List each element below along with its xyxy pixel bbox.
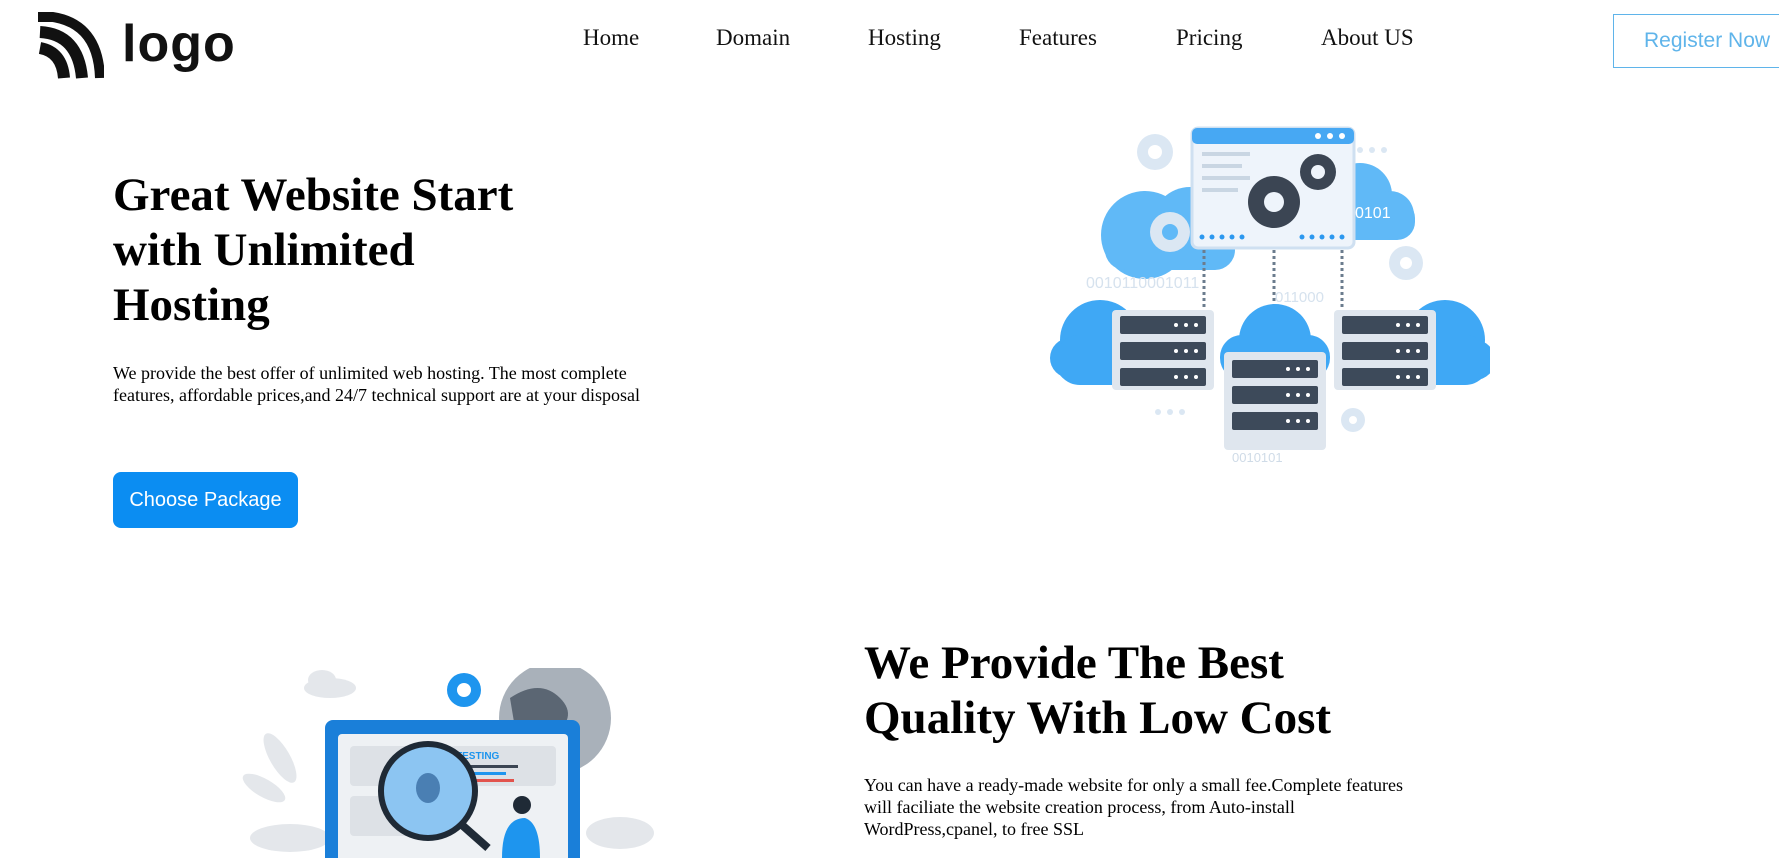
gear-icon	[1389, 246, 1423, 280]
choose-package-button[interactable]: Choose Package	[113, 472, 298, 528]
register-now-button[interactable]: Register Now	[1613, 14, 1779, 68]
logo-mark-icon	[38, 12, 104, 79]
cloud-hosting-illustration: 0101 0010110001011 011000 0010101	[1050, 126, 1490, 465]
binary-text-2: 0010110001011	[1086, 275, 1199, 292]
cloud-icon	[304, 670, 356, 698]
nav-home[interactable]: Home	[583, 24, 716, 54]
binary-text-3: 011000	[1275, 289, 1324, 306]
testing-illustration: TESTING	[242, 668, 654, 858]
nav-domain[interactable]: Domain	[716, 24, 868, 54]
server-rack-center	[1224, 352, 1326, 450]
main-nav: Home Domain Hosting Features Pricing Abo…	[583, 24, 1414, 54]
nav-hosting[interactable]: Hosting	[868, 24, 1019, 54]
nav-pricing[interactable]: Pricing	[1176, 24, 1321, 54]
binary-text-4: 0010101	[1232, 450, 1283, 465]
nav-features[interactable]: Features	[1019, 24, 1176, 54]
section-title: We Provide The Best Quality With Low Cos…	[864, 637, 1332, 744]
hero-description: We provide the best offer of unlimited w…	[113, 363, 640, 405]
section-description: You can have a ready-made website for on…	[864, 775, 1403, 839]
logo[interactable]: logo	[38, 12, 238, 82]
gear-icon	[447, 673, 481, 707]
gear-icon	[1137, 134, 1173, 170]
nav-about-us[interactable]: About US	[1321, 24, 1414, 54]
logo-text: logo	[122, 15, 236, 73]
gear-icon	[1341, 408, 1365, 432]
server-rack-right	[1334, 310, 1436, 390]
server-rack-left	[1112, 310, 1214, 390]
gear-icon	[1150, 212, 1190, 252]
hero-title: Great Website Start with Unlimited Hosti…	[113, 169, 514, 331]
binary-text-1: 0101	[1355, 205, 1391, 222]
